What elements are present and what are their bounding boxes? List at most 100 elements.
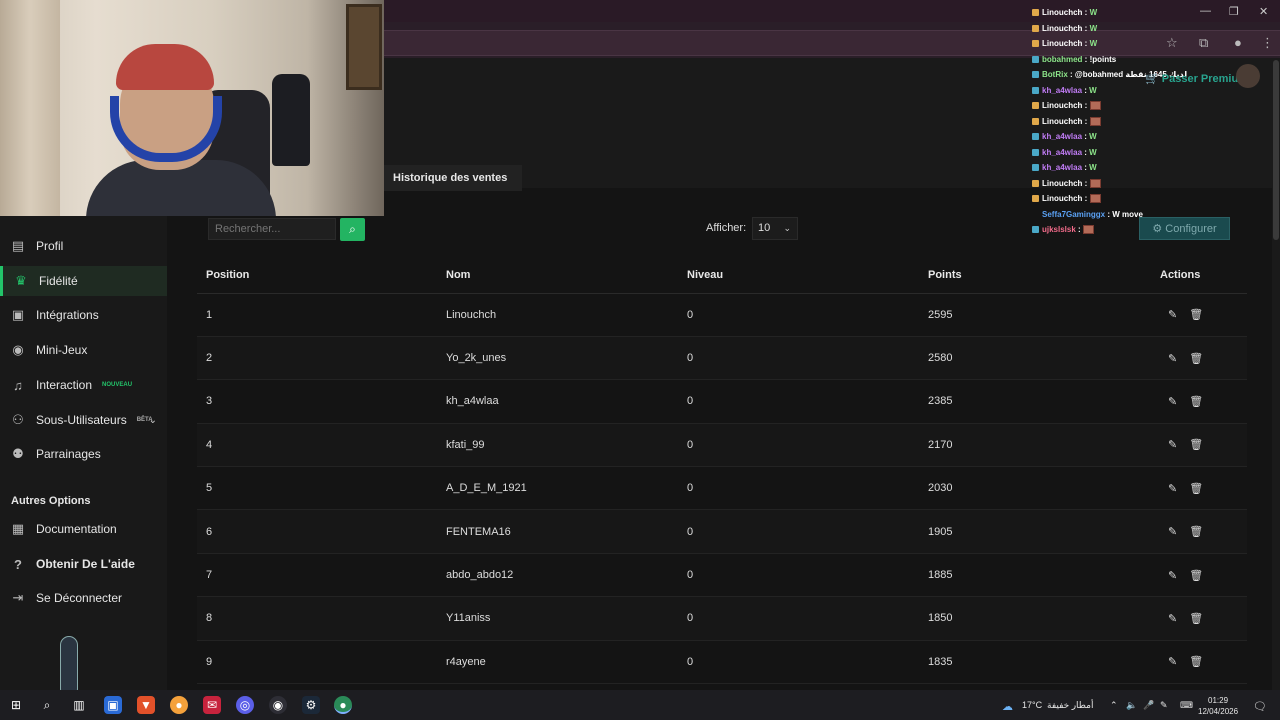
chat-separator: :: [1082, 116, 1090, 126]
keyboard-icon[interactable]: ⌨: [1180, 700, 1193, 711]
chat-username: Linouchch: [1042, 101, 1083, 110]
store-icon[interactable]: ▣: [104, 696, 122, 714]
delete-icon[interactable]: 🗑: [1189, 526, 1203, 538]
sidebar-item-fidelite[interactable]: ♛ Fidélité: [0, 266, 167, 296]
actions-cell: ✎ 🗑: [1160, 596, 1247, 641]
sidebar-item-sous-utilisateurs[interactable]: ⚇ Sous-Utilisateurs BÊTA ⌄: [0, 405, 167, 435]
restore-icon[interactable]: ❐: [1229, 5, 1239, 18]
search-input[interactable]: [208, 218, 336, 240]
logout-icon: ⇥: [12, 590, 24, 605]
sidebar-item-profil[interactable]: ▤ Profil: [0, 231, 167, 261]
chat-message: Linouchch : W: [1032, 8, 1097, 17]
sales-history-tab[interactable]: Historique des ventes: [384, 165, 522, 191]
chrome-active-icon[interactable]: ●: [334, 696, 352, 714]
obs-icon[interactable]: ◉: [269, 696, 287, 714]
star-icon[interactable]: ☆: [1166, 35, 1178, 51]
delete-icon[interactable]: 🗑: [1189, 656, 1203, 668]
chat-message: ujkslslsk :: [1032, 225, 1094, 235]
sidebar-item-label: Intégrations: [36, 308, 99, 322]
chat-text: W: [1089, 163, 1097, 172]
edit-icon[interactable]: ✎: [1168, 570, 1177, 582]
menu-icon[interactable]: ⋮: [1261, 35, 1274, 51]
scrollbar-thumb[interactable]: [1273, 60, 1279, 240]
level-cell: 0: [678, 423, 919, 468]
curtain: [0, 0, 60, 216]
chevron-up-icon[interactable]: ⌃: [1110, 700, 1118, 711]
edit-icon[interactable]: ✎: [1168, 439, 1177, 451]
group-icon: ⚉: [12, 446, 24, 461]
delete-icon[interactable]: 🗑: [1189, 613, 1203, 625]
address-bar-area[interactable]: [384, 30, 1280, 56]
page-size-value: 10: [758, 222, 771, 234]
column-header[interactable]: Niveau: [678, 258, 919, 294]
edit-icon[interactable]: ✎: [1168, 526, 1177, 538]
column-header[interactable]: Position: [197, 258, 437, 294]
delete-icon[interactable]: 🗑: [1189, 309, 1203, 321]
weather-text[interactable]: أمطار خفيفة: [1047, 700, 1094, 711]
edit-icon[interactable]: ✎: [1168, 353, 1177, 365]
notification-icon[interactable]: 🗨: [1253, 700, 1267, 713]
sidebar-item-documentation[interactable]: ▦ Documentation: [0, 514, 167, 544]
extensions-icon[interactable]: ⧉: [1199, 35, 1208, 51]
task-view-icon[interactable]: ▥: [70, 696, 88, 714]
edit-icon[interactable]: ✎: [1168, 396, 1177, 408]
sidebar-item-interaction[interactable]: ♫ Interaction NOUVEAU: [0, 370, 167, 400]
chat-separator: :: [1082, 54, 1090, 64]
minimize-icon[interactable]: —: [1200, 5, 1211, 17]
mic-icon[interactable]: 🎤: [1143, 700, 1154, 711]
clock[interactable]: 01:29 12/04/2026: [1198, 695, 1238, 717]
edit-icon[interactable]: ✎: [1168, 309, 1177, 321]
edit-icon[interactable]: ✎: [1168, 483, 1177, 495]
chevron-down-icon[interactable]: ⌄: [149, 415, 157, 426]
discord-icon[interactable]: ◎: [236, 696, 254, 714]
sidebar-item-label: Profil: [36, 239, 64, 253]
profile-icon[interactable]: ●: [1234, 35, 1242, 50]
page-size-select[interactable]: 10 ⌄: [752, 217, 798, 240]
weather-temp[interactable]: 17°C: [1022, 700, 1042, 710]
actions-cell: ✎ 🗑: [1160, 293, 1247, 337]
sidebar-item-parrainages[interactable]: ⚉ Parrainages: [0, 439, 167, 469]
position-cell: 1: [197, 293, 437, 337]
chat-username: kh_a4wlaa: [1042, 147, 1083, 157]
steam-icon[interactable]: ⚙: [302, 696, 320, 714]
column-header[interactable]: Points: [919, 258, 1160, 294]
search-button[interactable]: ⌕: [340, 218, 365, 241]
chat-separator: :: [1082, 194, 1090, 203]
app-icon[interactable]: ✉: [203, 696, 221, 714]
edit-icon[interactable]: ✎: [1168, 656, 1177, 668]
pen-icon[interactable]: ✎: [1160, 700, 1168, 711]
delete-icon[interactable]: 🗑: [1189, 353, 1203, 365]
windows-start-icon[interactable]: ⊞: [7, 696, 25, 714]
name-cell: Y11aniss: [437, 596, 678, 641]
position-cell: 3: [197, 379, 437, 424]
configure-button[interactable]: ⚙ Configurer: [1139, 217, 1230, 240]
sidebar-item-logout[interactable]: ⇥ Se Déconnecter: [0, 583, 167, 613]
level-cell: 0: [678, 553, 919, 598]
help-icon: ?: [14, 556, 22, 572]
sidebar-item-integrations[interactable]: ▣ Intégrations: [0, 300, 167, 330]
delete-icon[interactable]: 🗑: [1189, 439, 1203, 451]
delete-icon[interactable]: 🗑: [1189, 570, 1203, 582]
name-cell: A_D_E_M_1921: [437, 466, 678, 511]
edit-icon[interactable]: ✎: [1168, 613, 1177, 625]
volume-icon[interactable]: 🔈: [1126, 700, 1137, 711]
points-cell: 1850: [919, 596, 1160, 641]
column-header[interactable]: Nom: [437, 258, 678, 294]
chrome-icon[interactable]: ●: [170, 696, 188, 714]
actions-cell: ✎ 🗑: [1160, 336, 1247, 381]
sidebar-item-mini-jeux[interactable]: ◉ Mini-Jeux: [0, 335, 167, 365]
chat-message: Seffa7Gaminggx : W move: [1032, 210, 1143, 219]
clock-date: 12/04/2026: [1198, 707, 1239, 716]
brave-icon[interactable]: ▼: [137, 696, 155, 714]
chat-username: bobahmed: [1042, 54, 1083, 64]
delete-icon[interactable]: 🗑: [1189, 396, 1203, 408]
chat-message: Linouchch :: [1032, 179, 1101, 188]
avatar[interactable]: [1236, 64, 1260, 88]
delete-icon[interactable]: 🗑: [1189, 483, 1203, 495]
premium-link[interactable]: 🛒 Passer Premium: [1145, 72, 1248, 85]
logo: [60, 636, 78, 698]
search-icon[interactable]: ⌕: [38, 696, 56, 714]
sidebar-item-help[interactable]: ? Obtenir De L'aide: [0, 549, 167, 579]
position-cell: 4: [197, 423, 437, 468]
close-icon[interactable]: ✕: [1259, 5, 1268, 18]
